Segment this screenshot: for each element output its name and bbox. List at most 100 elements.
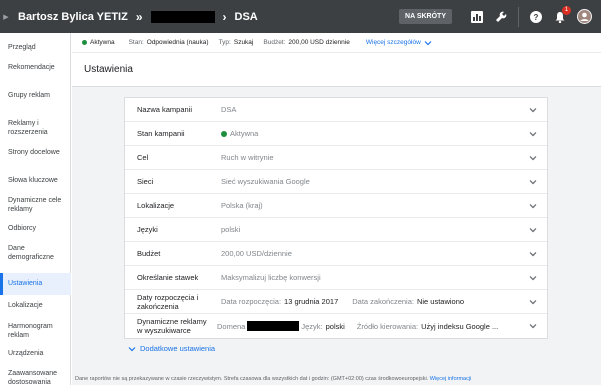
help-icon[interactable]: ? [527, 8, 545, 26]
row-value-dynamic: Domena Język: polski Źródło kierowania: … [213, 321, 547, 331]
row-label: Sieci [137, 177, 154, 186]
settings-row-budget[interactable]: Budżet 200,00 USD/dziennie [125, 242, 547, 266]
targeting-source-value: Użyj indeksu Google ... [421, 321, 499, 331]
settings-row-bidding[interactable]: Określanie stawek Maksymalizuj liczbę ko… [125, 266, 547, 290]
type-value: Szukaj [233, 39, 254, 46]
more-info-link[interactable]: Więcej informacji [430, 376, 472, 382]
settings-row-networks[interactable]: Sieci Sieć wyszukiwania Google [125, 170, 547, 194]
top-bar: ▶ Bartosz Bylica YETIZ » › DSA NA SKRÓTY… [0, 0, 601, 33]
chevron-down-icon [128, 346, 136, 351]
language-value: polski [325, 321, 345, 331]
breadcrumb-campaign[interactable]: DSA [235, 11, 258, 23]
notification-badge: 1 [562, 5, 571, 15]
row-label: Cel [137, 153, 149, 162]
chevron-down-icon [529, 227, 537, 232]
more-details-link[interactable]: Więcej szczegółów [366, 39, 432, 47]
row-value: Polska (kraj) [221, 201, 263, 210]
shortcut-button[interactable]: NA SKRÓTY [399, 9, 452, 24]
row-label: Stan kampanii [137, 129, 185, 138]
status-group: Stan: Odpowiednia (nauka) [129, 39, 209, 46]
account-name[interactable]: Bartosz Bylica YETIZ [18, 11, 128, 23]
additional-settings-label: Dodatkowe ustawienia [140, 344, 216, 353]
active-status-dot-icon [221, 130, 227, 137]
campaign-status-strip: Aktywna Stan: Odpowiednia (nauka) Typ: S… [72, 33, 601, 53]
row-value-dates: Data rozpoczęcia: 13 grudnia 2017 Data z… [213, 297, 547, 306]
chevron-down-icon [529, 251, 537, 256]
footer-text: Dane raportów nie są przekazywane w czas… [75, 376, 429, 382]
domain-label: Domena [217, 321, 246, 331]
toolbar-divider [518, 6, 519, 27]
row-value: Ruch w witrynie [221, 153, 274, 162]
sidebar-item-audiences[interactable]: Odbiorcy [0, 224, 71, 233]
additional-settings-toggle[interactable]: Dodatkowe ustawienia [128, 344, 215, 353]
sidebar-item-keywords[interactable]: Słowa kluczowe [0, 176, 71, 185]
chevron-down-icon [424, 40, 432, 45]
sidebar-item-locations[interactable]: Lokalizacje [0, 301, 71, 310]
row-label: Budżet [137, 249, 161, 258]
budget-value: 200,00 USD dziennie [288, 39, 350, 46]
notifications-bell-icon[interactable]: 1 [551, 5, 571, 26]
sidebar-item-demographics[interactable]: Dane demograficzne [0, 244, 58, 262]
row-value: polski [221, 225, 241, 234]
row-label: Określanie stawek [137, 273, 199, 282]
sidebar-item-ad-groups[interactable]: Grupy reklam [0, 91, 71, 100]
reports-icon[interactable] [468, 8, 486, 26]
settings-row-languages[interactable]: Języki polski [125, 218, 547, 242]
settings-row-campaign-name[interactable]: Nazwa kampanii DSA [125, 98, 547, 122]
sidebar-item-recommendations[interactable]: Rekomendacje [0, 63, 71, 72]
svg-text:?: ? [534, 13, 539, 22]
budget-group: Budżet: 200,00 USD dziennie [263, 39, 349, 46]
sidebar-item-ad-schedule[interactable]: Harmonogram reklam [0, 322, 60, 340]
tools-wrench-icon[interactable] [492, 8, 510, 26]
breadcrumb-separator-icon: » [135, 9, 143, 24]
start-date-label: Data rozpoczęcia: [221, 297, 282, 306]
sidebar-item-devices[interactable]: Urządzenia [0, 349, 71, 358]
language-label: Język: [301, 321, 323, 331]
settings-card: Nazwa kampanii DSA Stan kampanii Aktywna… [124, 97, 548, 339]
chevron-down-icon [529, 107, 537, 112]
type-label: Typ: [218, 39, 231, 46]
chevron-down-icon [529, 203, 537, 208]
sidebar-item-overview[interactable]: Przegląd [0, 43, 71, 52]
row-label: Daty rozpoczęcia i zakończenia [137, 292, 199, 311]
chevron-down-icon [529, 131, 537, 136]
avatar-person-icon [576, 9, 592, 24]
status-text: Aktywna [230, 129, 259, 138]
settings-row-dates[interactable]: Daty rozpoczęcia i zakończenia Data rozp… [125, 290, 547, 314]
settings-row-dynamic-search-ads[interactable]: Dynamiczne reklamy w wyszukiwarce Domena… [125, 314, 547, 338]
breadcrumb-chevron-icon: › [222, 9, 227, 24]
type-group: Typ: Szukaj [219, 39, 254, 46]
row-label: Dynamiczne reklamy w wyszukiwarce [137, 317, 207, 335]
main-content: Nazwa kampanii DSA Stan kampanii Aktywna… [72, 87, 601, 385]
campaign-state: Aktywna [82, 39, 115, 46]
row-value: Sieć wyszukiwania Google [221, 177, 310, 186]
expand-arrow-icon[interactable]: ▶ [0, 0, 12, 33]
row-value-status: Aktywna [213, 129, 547, 138]
sidebar-item-landing-pages[interactable]: Strony docelowe [0, 148, 71, 157]
row-label: Języki [137, 225, 158, 234]
account-avatar[interactable] [575, 8, 593, 26]
targeting-source-label: Źródło kierowania: [356, 321, 419, 331]
redacted-campaign-breadcrumb[interactable] [150, 10, 215, 23]
sidebar-item-settings[interactable]: Ustawienia [0, 273, 71, 295]
chevron-down-icon [529, 179, 537, 184]
row-value: 200,00 USD/dziennie [221, 249, 292, 258]
row-value: DSA [221, 105, 237, 114]
status-label: Stan: [128, 39, 144, 46]
sidebar-item-ads-extensions[interactable]: Reklamy i rozszerzenia [0, 119, 62, 137]
end-date-value: Nie ustawiono [416, 297, 465, 306]
settings-row-locations[interactable]: Lokalizacje Polska (kraj) [125, 194, 547, 218]
chevron-down-icon [529, 324, 537, 329]
settings-row-goal[interactable]: Cel Ruch w witrynie [125, 146, 547, 170]
start-date-value: 13 grudnia 2017 [284, 297, 339, 306]
row-label: Lokalizacje [137, 201, 175, 210]
sidebar-item-dynamic-ad-targets[interactable]: Dynamiczne cele reklamy [0, 196, 68, 214]
chevron-down-icon [529, 275, 537, 280]
sidebar-item-advanced-adjustments[interactable]: Zaawansowane dostosowania [0, 369, 66, 385]
left-sidebar: Przegląd Rekomendacje Grupy reklam Rekla… [0, 33, 71, 385]
row-label: Nazwa kampanii [137, 105, 193, 114]
footer-note: Dane raportów nie są przekazywane w czas… [72, 376, 601, 385]
campaign-state-value: Aktywna [90, 39, 115, 46]
end-date-label: Data zakończenia: [352, 297, 414, 306]
settings-row-campaign-status[interactable]: Stan kampanii Aktywna [125, 122, 547, 146]
